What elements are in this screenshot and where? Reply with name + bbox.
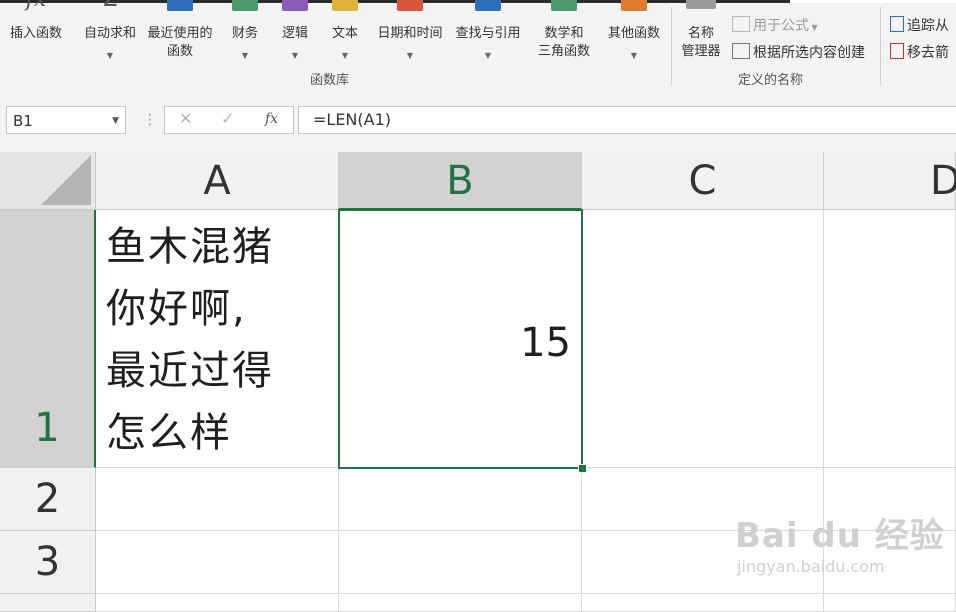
select-all-triangle-icon [41,155,91,205]
create-from-selection-icon [732,43,750,59]
chevron-down-icon: ▼ [484,51,492,60]
cell-a4[interactable] [96,594,339,612]
row-header-2[interactable]: 2 [0,468,96,531]
more-book-icon [621,0,647,11]
active-cell-border [338,209,583,469]
remove-arrows-icon [890,43,904,59]
chevron-down-icon: ▼ [241,51,249,60]
column-header-c[interactable]: C [582,152,824,210]
ribbon-separator [671,7,672,85]
name-box[interactable]: B1 ▼ [6,106,126,134]
theta-book-icon [551,0,577,11]
use-in-formula-icon [732,16,750,32]
column-header-b[interactable]: B [339,152,582,210]
watermark-logo: Bai du 经验 [735,516,945,556]
cell-b2[interactable] [339,468,582,531]
row-header-4[interactable] [0,594,96,612]
chevron-down-icon: ▼ [809,23,818,32]
cell-b4[interactable] [339,594,582,612]
cell-c4[interactable] [582,594,824,612]
cell-a3[interactable] [96,531,339,594]
cell-d1[interactable] [824,210,956,468]
calendar-icon [397,0,423,11]
trace-precedents-icon [890,16,904,32]
column-header-a[interactable]: A [96,152,339,210]
cell-a2[interactable] [96,468,339,531]
cell-c1[interactable] [582,210,824,468]
sigma-icon: Σ [97,0,123,11]
cell-d4[interactable] [824,594,956,612]
remove-arrows-button[interactable]: 移去箭 [890,42,949,62]
row-header-1[interactable]: 1 [0,210,96,468]
formula-bar: B1 ▼ ⋮ ✕ ✓ fx =LEN(A1) [0,90,956,153]
chevron-down-icon: ▼ [630,51,638,60]
cell-a1[interactable]: 鱼木混猪 你好啊, 最近过得 怎么样 [96,210,339,468]
chevron-down-icon: ▼ [106,51,114,60]
baidu-watermark: Bai du 经验 jingyan.baidu.com [735,508,945,576]
formula-bar-buttons: ✕ ✓ fx [164,106,294,134]
chevron-down-icon: ▼ [291,51,299,60]
trace-precedents-button[interactable]: 追踪从 [890,15,949,35]
chevron-down-icon: ▼ [406,51,414,60]
chevron-down-icon: ▼ [341,51,349,60]
cell-a1-text: 鱼木混猪 你好啊, 最近过得 怎么样 [106,224,274,456]
formula-input[interactable]: =LEN(A1) [298,106,956,134]
group-label-function-library: 函数库 [310,73,350,88]
watermark-url: jingyan.baidu.com [737,557,885,576]
create-from-selection-button[interactable]: 根据所选内容创建 [732,42,865,62]
finance-book-icon [232,0,258,11]
enter-check-icon[interactable]: ✓ [221,109,234,128]
formula-bar-grip-icon[interactable]: ⋮ [143,112,157,128]
insert-function-fx-icon[interactable]: fx [265,111,278,127]
ribbon-separator [880,7,881,85]
group-label-defined-names: 定义的名称 [738,73,804,88]
text-book-icon [332,0,358,11]
column-header-d[interactable]: D [824,152,956,210]
select-all-button[interactable] [0,152,96,210]
name-manager-icon [686,0,716,9]
cancel-icon[interactable]: ✕ [179,109,192,128]
use-in-formula-button[interactable]: 用于公式 ▼ [732,15,818,35]
chevron-down-icon[interactable]: ▼ [112,107,119,135]
fx-icon: fx [23,0,49,11]
fill-handle[interactable] [578,464,587,473]
magnifier-book-icon [475,0,501,11]
question-book-icon [282,0,308,11]
row-header-3[interactable]: 3 [0,531,96,594]
cell-b3[interactable] [339,531,582,594]
ribbon-formulas-tab: fx 插入函数 Σ 自动求和 ▼ 最近使用的 函数 财务 ▼ 逻辑 ▼ 文本 ▼… [0,0,956,91]
star-book-icon [167,0,193,11]
